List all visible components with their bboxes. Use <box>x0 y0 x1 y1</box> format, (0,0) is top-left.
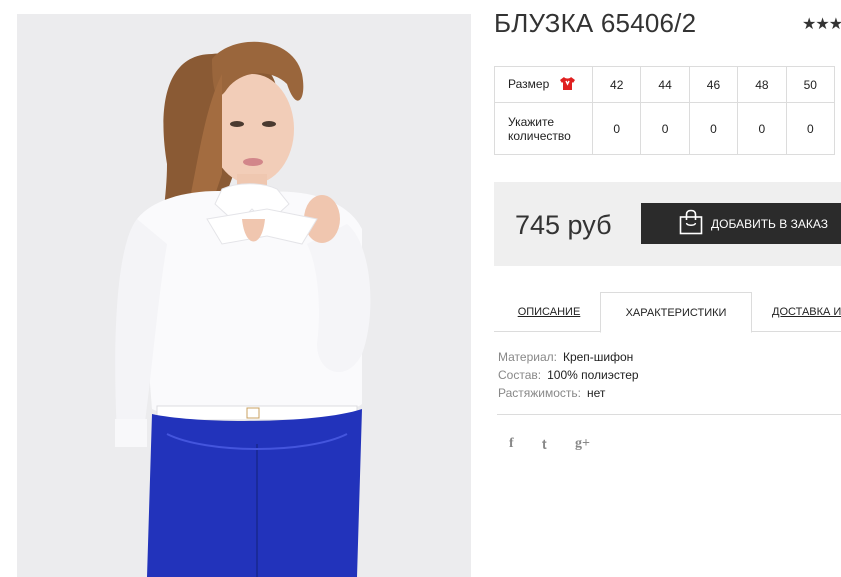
spec-value: Креп-шифон <box>562 350 634 364</box>
quantity-label-line2: количество <box>508 128 571 143</box>
quantity-input[interactable]: 0 <box>688 102 739 155</box>
social-share: f t g+ <box>509 436 608 456</box>
facebook-icon[interactable]: f <box>509 436 542 456</box>
product-photo[interactable] <box>17 14 471 577</box>
product-tabs: ОПИСАНИЕ ХАРАКТЕРИСТИКИ ДОСТАВКА И <box>494 292 841 333</box>
size-cell[interactable]: 44 <box>640 66 690 103</box>
product-title: БЛУЗКА 65406/2 <box>494 8 697 38</box>
spec-row: Состав: 100% полиэстер <box>498 366 639 384</box>
size-row: Размер 42 44 46 48 50 <box>494 66 836 103</box>
size-cell[interactable]: 46 <box>688 66 739 103</box>
tab-delivery[interactable]: ДОСТАВКА И <box>772 292 841 332</box>
spec-key: Состав: <box>498 368 542 382</box>
product-price: 745 руб <box>515 210 612 240</box>
rating-stars[interactable]: ★★★ <box>802 14 841 34</box>
model-illustration <box>17 14 471 577</box>
characteristics-list: Материал: Креп-шифон Состав: 100% полиэсте… <box>498 348 639 402</box>
size-cell[interactable]: 42 <box>591 66 642 103</box>
tab-characteristics[interactable]: ХАРАКТЕРИСТИКИ <box>600 292 752 333</box>
buy-box: 745 руб ДОБАВИТЬ В ЗАКАЗ <box>494 182 841 266</box>
tshirt-icon[interactable] <box>559 76 576 94</box>
tab-description[interactable]: ОПИСАНИЕ <box>506 292 592 332</box>
divider <box>497 414 841 415</box>
quantity-row-label: Укажите количество <box>494 102 593 155</box>
size-label: Размер <box>508 76 550 91</box>
add-to-order-label: ДОБАВИТЬ В ЗАКАЗ <box>711 216 828 231</box>
shopping-bag-icon <box>679 209 703 238</box>
add-to-order-button[interactable]: ДОБАВИТЬ В ЗАКАЗ <box>641 203 841 244</box>
quantity-input[interactable]: 0 <box>737 102 787 155</box>
twitter-icon[interactable]: t <box>542 436 575 456</box>
spec-row: Растяжимость: нет <box>498 384 639 402</box>
quantity-label-line1: Укажите <box>508 114 555 129</box>
spec-key: Растяжимость: <box>498 386 582 400</box>
size-cell[interactable]: 48 <box>737 66 787 103</box>
googleplus-icon[interactable]: g+ <box>575 436 608 456</box>
quantity-input[interactable]: 0 <box>785 102 836 155</box>
quantity-input[interactable]: 0 <box>640 102 690 155</box>
spec-value: нет <box>587 386 606 400</box>
size-row-label: Размер <box>494 66 593 103</box>
size-cell[interactable]: 50 <box>785 66 836 103</box>
spec-row: Материал: Креп-шифон <box>498 348 639 366</box>
spec-key: Материал: <box>498 350 557 364</box>
star-icon: ★★★ <box>802 16 841 33</box>
size-quantity-table: Размер 42 44 46 48 50 Укажите количество… <box>494 66 836 155</box>
quantity-input[interactable]: 0 <box>591 102 642 155</box>
quantity-row: Укажите количество 0 0 0 0 0 <box>494 102 836 155</box>
spec-value: 100% полиэстер <box>547 368 639 382</box>
